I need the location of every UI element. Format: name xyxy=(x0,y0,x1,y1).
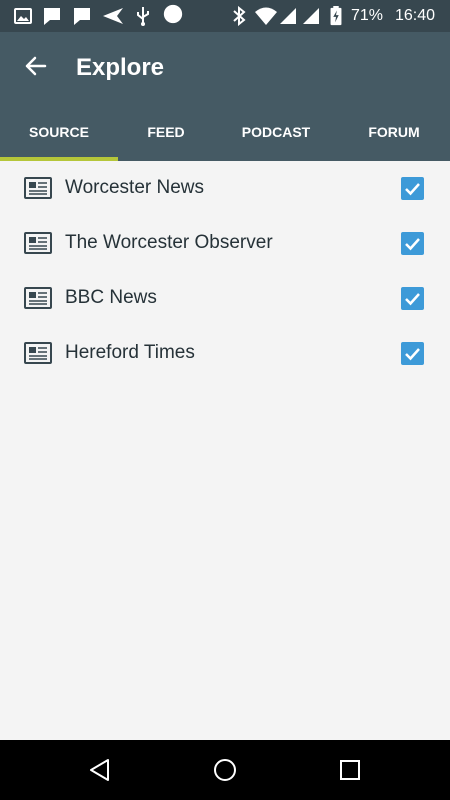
checkbox-checked-icon[interactable] xyxy=(401,177,424,200)
message-icon xyxy=(44,8,60,25)
tab-label: FORUM xyxy=(368,124,420,140)
home-nav-icon[interactable] xyxy=(205,750,245,790)
status-bar: 71% 16:40 xyxy=(0,0,450,32)
newspaper-icon xyxy=(24,232,52,254)
recents-nav-icon[interactable] xyxy=(330,750,370,790)
tab-podcast[interactable]: PODCAST xyxy=(214,114,338,161)
source-name: The Worcester Observer xyxy=(65,232,273,253)
app-bar: Explore SOURCE FEED PODCAST FORUM xyxy=(0,32,450,161)
tab-label: SOURCE xyxy=(29,124,89,140)
bluetooth-icon xyxy=(233,6,246,26)
battery-charging-icon xyxy=(330,6,342,26)
back-nav-icon[interactable] xyxy=(80,750,120,790)
tab-label: PODCAST xyxy=(241,124,311,140)
newspaper-icon xyxy=(24,287,52,309)
send-icon xyxy=(103,8,123,24)
checkbox-checked-icon[interactable] xyxy=(401,342,424,365)
clock: 16:40 xyxy=(395,7,436,24)
signal-icon xyxy=(303,8,319,24)
arrow-back-icon xyxy=(25,56,47,76)
list-item[interactable]: Hereford Times xyxy=(0,326,450,381)
newspaper-icon xyxy=(24,177,52,199)
checkbox-checked-icon[interactable] xyxy=(401,287,424,310)
battery-percent: 71% xyxy=(351,7,384,24)
checkbox-checked-icon[interactable] xyxy=(401,232,424,255)
source-name: BBC News xyxy=(65,287,157,308)
circle-icon xyxy=(163,4,183,24)
list-item[interactable]: BBC News xyxy=(0,271,450,326)
navigation-bar xyxy=(0,740,450,800)
source-name: Hereford Times xyxy=(65,342,195,363)
source-name: Worcester News xyxy=(65,177,205,198)
tab-source[interactable]: SOURCE xyxy=(0,114,118,161)
image-icon xyxy=(14,8,32,24)
wifi-icon xyxy=(255,7,277,25)
tab-label: FEED xyxy=(147,124,185,140)
back-button[interactable] xyxy=(14,44,58,88)
list-item[interactable]: Worcester News xyxy=(0,161,450,216)
message-icon xyxy=(74,8,90,25)
tab-feed[interactable]: FEED xyxy=(118,114,214,161)
page-title: Explore xyxy=(76,54,165,81)
usb-icon xyxy=(137,7,149,26)
newspaper-icon xyxy=(24,342,52,364)
signal-icon xyxy=(280,8,296,24)
source-list: Worcester News The Worcester Observer BB… xyxy=(0,161,450,381)
list-item[interactable]: The Worcester Observer xyxy=(0,216,450,271)
tab-forum[interactable]: FORUM xyxy=(338,114,450,161)
